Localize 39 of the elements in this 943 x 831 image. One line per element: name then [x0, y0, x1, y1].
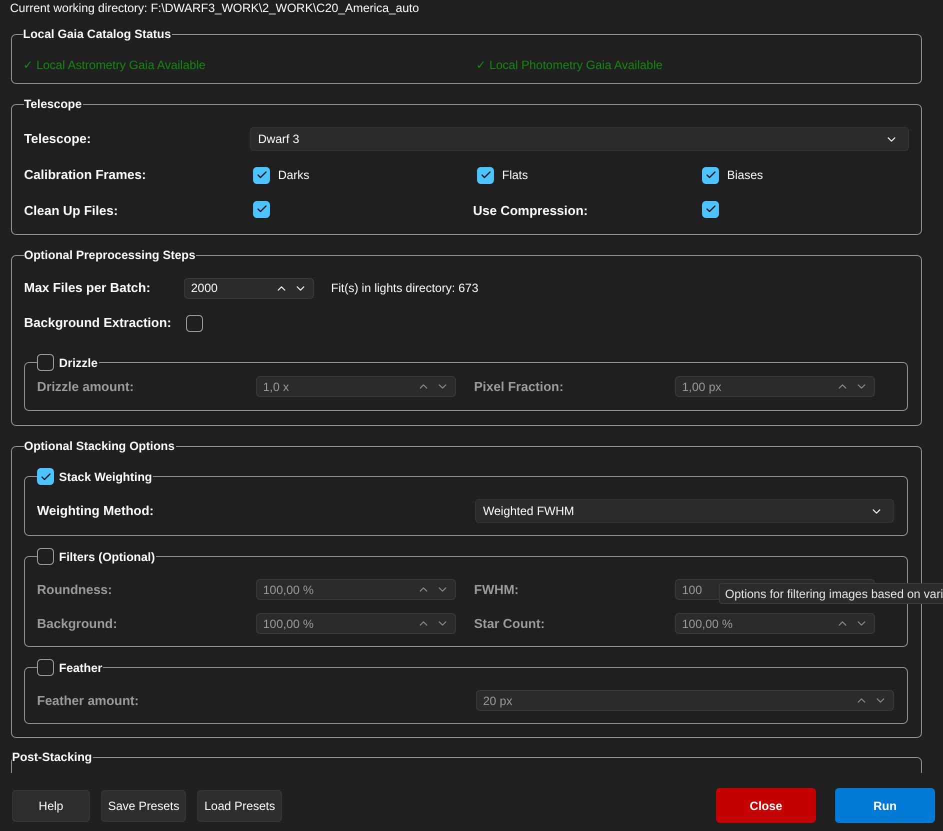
section-title: Post-Stacking — [12, 750, 92, 764]
checkbox-label: Biases — [727, 167, 764, 184]
checkbox-label: Flats — [502, 167, 528, 184]
checkbox-label: Darks — [278, 167, 310, 184]
field-value: 100,00 % — [263, 616, 314, 632]
field-label: Telescope: — [24, 130, 92, 148]
field-label: Background: — [37, 614, 118, 633]
section-title: Stack Weighting — [59, 468, 152, 484]
field-value: 1,0 x — [263, 378, 290, 396]
working-directory: Current working directory: F:\DWARF3_WORK\2_WORK\C20_America_auto — [10, 1, 420, 15]
tooltip: Options for filtering images based on vari — [719, 583, 943, 604]
section-title: Feather — [59, 660, 102, 676]
field-value: 20 px — [483, 692, 512, 710]
field-label: Calibration Frames: — [24, 166, 148, 184]
field-value: 100,00 % — [682, 616, 733, 632]
section-title: Telescope — [24, 96, 82, 112]
section-title: Optional Preprocessing Steps — [24, 247, 196, 263]
field-label: Feather amount: — [37, 692, 140, 710]
section-title: Local Gaia Catalog Status — [23, 26, 172, 42]
field-value: 2000 — [191, 280, 218, 297]
field-label: Background Extraction: — [24, 314, 172, 332]
field-label: Pixel Fraction: — [473, 378, 565, 396]
field-value: 1,00 px — [682, 378, 722, 396]
field-label: Star Count: — [473, 614, 546, 633]
field-label: Max Files per Batch: — [24, 279, 152, 298]
field-label: Weighting Method: — [37, 502, 155, 520]
field-label: Roundness: — [37, 580, 114, 599]
file-count: Fit(s) in lights directory: 673 — [331, 280, 478, 297]
field-label: FWHM: — [473, 580, 520, 599]
field-label: Drizzle amount: — [37, 378, 135, 396]
field-value: 100,00 % — [263, 582, 314, 598]
status-text: ✓ Local Astrometry Gaia Available — [23, 57, 207, 74]
status-text: ✓ Local Photometry Gaia Available — [476, 57, 664, 74]
section-title: Filters (Optional) — [59, 548, 155, 564]
field-value: 100 — [682, 582, 702, 598]
section-title: Drizzle — [59, 354, 98, 370]
field-label: Use Compression: — [473, 202, 589, 220]
section-title: Optional Stacking Options — [24, 438, 175, 454]
field-label: Clean Up Files: — [24, 202, 119, 220]
